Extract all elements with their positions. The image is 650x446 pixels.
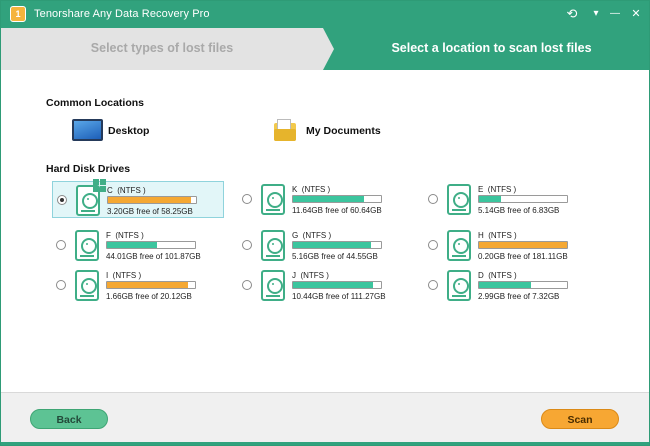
footer-bar: Back Scan — [1, 392, 649, 445]
drive-name: E (NTFS ) — [478, 185, 517, 194]
drive-usage-fill — [293, 196, 365, 202]
desktop-icon — [72, 119, 103, 141]
drive-usage-bar — [478, 241, 568, 249]
bottom-strip — [1, 442, 649, 445]
drive-name: C (NTFS ) — [107, 186, 146, 195]
drive-item[interactable]: H (NTFS ) 0.20GB free of 181.11GB — [424, 227, 596, 264]
hard-drive-icon — [261, 184, 285, 215]
drive-name: G (NTFS ) — [292, 231, 332, 240]
app-logo-icon: 1 — [10, 6, 26, 22]
hard-drive-icon — [75, 270, 99, 301]
documents-folder-icon — [274, 119, 296, 141]
drive-radio[interactable] — [57, 195, 67, 205]
drive-radio[interactable] — [56, 240, 66, 250]
drive-item[interactable]: C (NTFS ) 3.20GB free of 58.25GB — [52, 179, 224, 218]
hard-drive-icon — [447, 230, 471, 261]
drive-usage-bar — [292, 241, 382, 249]
scan-button[interactable]: Scan — [541, 409, 619, 429]
drive-item[interactable]: F (NTFS ) 44.01GB free of 101.87GB — [52, 227, 224, 264]
drive-usage-fill — [479, 196, 501, 202]
desktop-location[interactable]: Desktop — [72, 118, 182, 142]
drive-usage-fill — [479, 242, 567, 248]
drive-item[interactable]: E (NTFS ) 5.14GB free of 6.83GB — [424, 181, 596, 218]
drive-name: I (NTFS ) — [106, 271, 142, 280]
wizard-steps: Select types of lost files Select a loca… — [1, 28, 649, 70]
back-button[interactable]: Back — [30, 409, 108, 429]
drive-usage-bar — [106, 241, 196, 249]
drive-usage-fill — [479, 282, 531, 288]
drive-item[interactable]: G (NTFS ) 5.16GB free of 44.55GB — [238, 227, 410, 264]
drive-name: F (NTFS ) — [106, 231, 144, 240]
step-select-location: Select a location to scan lost files — [391, 41, 592, 55]
desktop-label: Desktop — [108, 125, 150, 137]
drive-radio[interactable] — [56, 280, 66, 290]
minimize-button[interactable]: — — [604, 4, 626, 24]
drive-usage-bar — [107, 196, 197, 204]
drive-item[interactable]: I (NTFS ) 1.66GB free of 20.12GB — [52, 267, 224, 304]
drive-radio[interactable] — [242, 280, 252, 290]
drive-free-space: 5.14GB free of 6.83GB — [478, 206, 560, 215]
drive-usage-fill — [108, 197, 192, 203]
drive-item[interactable]: D (NTFS ) 2.99GB free of 7.32GB — [424, 267, 596, 304]
drive-free-space: 2.99GB free of 7.32GB — [478, 292, 560, 301]
hard-disk-drives-heading: Hard Disk Drives — [46, 163, 131, 175]
hard-drive-icon — [447, 184, 471, 215]
step-select-types[interactable]: Select types of lost files — [1, 28, 334, 70]
drive-radio[interactable] — [428, 194, 438, 204]
drive-free-space: 11.64GB free of 60.64GB — [292, 206, 382, 215]
drive-free-space: 10.44GB free of 111.27GB — [292, 292, 386, 301]
drive-usage-fill — [107, 282, 188, 288]
drive-free-space: 3.20GB free of 58.25GB — [107, 207, 193, 216]
app-window: 1 Tenorshare Any Data Recovery Pro ⟲ ▾ —… — [0, 0, 650, 446]
drive-usage-fill — [107, 242, 158, 248]
drive-radio[interactable] — [428, 240, 438, 250]
drive-usage-bar — [292, 281, 382, 289]
window-title: Tenorshare Any Data Recovery Pro — [34, 8, 210, 20]
drive-radio[interactable] — [242, 194, 252, 204]
drive-usage-bar — [292, 195, 382, 203]
drive-usage-bar — [478, 195, 568, 203]
drive-radio[interactable] — [428, 280, 438, 290]
drive-item[interactable]: J (NTFS ) 10.44GB free of 111.27GB — [238, 267, 410, 304]
drive-name: K (NTFS ) — [292, 185, 331, 194]
hard-drive-icon — [261, 230, 285, 261]
hard-drive-icon — [447, 270, 471, 301]
close-button[interactable]: ✕ — [625, 4, 647, 24]
drive-item[interactable]: K (NTFS ) 11.64GB free of 60.64GB — [238, 181, 410, 218]
my-documents-label: My Documents — [306, 125, 381, 137]
step-select-types-label: Select types of lost files — [90, 41, 234, 55]
drive-usage-fill — [293, 242, 371, 248]
drive-free-space: 5.16GB free of 44.55GB — [292, 252, 378, 261]
drive-name: H (NTFS ) — [478, 231, 517, 240]
drive-usage-fill — [293, 282, 373, 288]
drive-free-space: 44.01GB free of 101.87GB — [106, 252, 201, 261]
drive-usage-bar — [106, 281, 196, 289]
drive-usage-bar — [478, 281, 568, 289]
drive-radio[interactable] — [242, 240, 252, 250]
windows-logo-icon — [93, 179, 106, 192]
common-locations-heading: Common Locations — [46, 97, 145, 109]
drive-name: J (NTFS ) — [292, 271, 329, 280]
hard-drive-icon — [261, 270, 285, 301]
drive-free-space: 0.20GB free of 181.11GB — [478, 252, 568, 261]
history-icon[interactable]: ⟲ — [561, 4, 583, 24]
hard-drive-icon — [75, 230, 99, 261]
drive-free-space: 1.66GB free of 20.12GB — [106, 292, 192, 301]
drive-name: D (NTFS ) — [478, 271, 517, 280]
title-bar: 1 Tenorshare Any Data Recovery Pro ⟲ ▾ —… — [1, 1, 649, 28]
my-documents-location[interactable]: My Documents — [274, 118, 414, 142]
